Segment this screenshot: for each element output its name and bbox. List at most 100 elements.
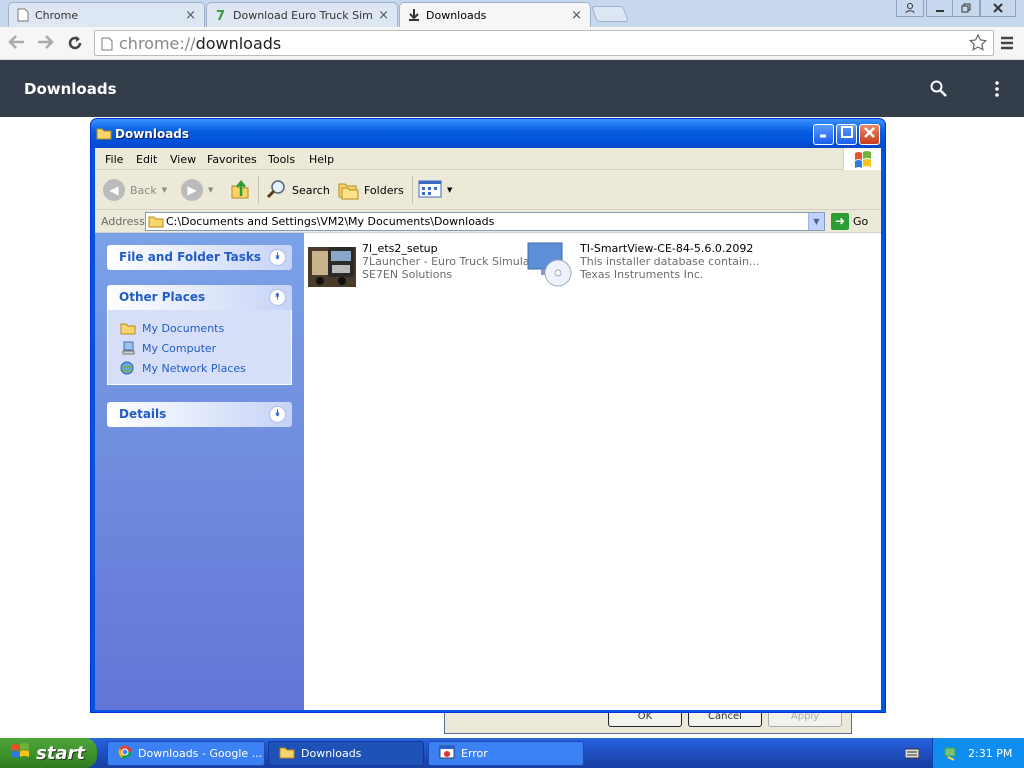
taskbar-item-downloads[interactable]: Downloads	[268, 741, 424, 766]
panel-title: Details	[119, 407, 167, 421]
file-name: 7l_ets2_setup	[362, 242, 438, 255]
address-field[interactable]: C:\Documents and Settings\VM2\My Documen…	[145, 212, 825, 231]
other-places-header[interactable]: Other Places ⯭	[107, 285, 292, 310]
file-view: 7l_ets2_setup 7Launcher - Euro Truck Sim…	[304, 233, 881, 710]
details-header[interactable]: Details ⯯	[107, 402, 292, 427]
page-icon	[17, 8, 29, 22]
keyboard-icon[interactable]	[904, 747, 920, 762]
explorer-toolbar: ◀ Back ▼ ▶ ▼ Search Folders ▼	[95, 170, 881, 210]
address-label: Address	[101, 215, 145, 228]
place-my-network-places[interactable]: My Network Places	[120, 358, 291, 378]
minimize-icon[interactable]	[926, 0, 954, 17]
back-arrow-icon: ◀	[103, 179, 125, 201]
window-titlebar[interactable]: Downloads	[91, 119, 885, 148]
profile-icon[interactable]	[896, 0, 924, 17]
back-arrow-icon[interactable]	[8, 34, 26, 55]
chevron-down-icon: ▼	[447, 186, 453, 194]
go-label: Go	[853, 215, 869, 228]
views-button[interactable]: ▼	[418, 178, 452, 202]
up-folder-icon	[229, 178, 251, 203]
close-button[interactable]	[859, 124, 880, 145]
page-icon	[101, 36, 113, 55]
chrome-tabstrip: Chrome × 7 Download Euro Truck Simulat ×…	[0, 0, 1024, 27]
menu-favorites[interactable]: Favorites	[207, 153, 257, 166]
place-label: My Computer	[142, 341, 217, 355]
menu-bar: File Edit View Favorites Tools Help	[95, 148, 881, 170]
system-tray: 2:31 PM	[932, 738, 1024, 768]
window-body: File Edit View Favorites Tools Help ◀ Ba…	[95, 148, 881, 710]
search-button[interactable]: Search	[265, 178, 330, 202]
minimize-icon	[819, 134, 826, 138]
more-vert-icon[interactable]	[994, 80, 1000, 100]
file-folder-tasks-panel: File and Folder Tasks ⯯	[107, 245, 292, 270]
forward-arrow-icon: ▶	[181, 179, 203, 201]
close-window-icon[interactable]	[980, 0, 1016, 17]
address-value: C:\Documents and Settings\VM2\My Documen…	[166, 215, 495, 228]
tab-label: Downloads	[426, 8, 487, 22]
url-host: downloads	[195, 33, 282, 53]
taskbar-item-chrome[interactable]: Downloads - Google ...	[107, 741, 265, 766]
chevron-down-icon[interactable]: ⯯	[269, 406, 286, 423]
go-arrow-icon: ➜	[831, 213, 849, 230]
folders-label: Folders	[364, 183, 404, 197]
chevron-down-icon[interactable]: ⯯	[269, 249, 286, 266]
file-folder-tasks-header[interactable]: File and Folder Tasks ⯯	[107, 245, 292, 270]
tab-downloads[interactable]: Downloads ×	[399, 2, 591, 27]
menu-edit[interactable]: Edit	[136, 153, 157, 166]
close-icon[interactable]: ×	[571, 8, 582, 23]
address-bar: Address C:\Documents and Settings\VM2\My…	[95, 210, 881, 233]
file-item[interactable]: TI-SmartView-CE-84-5.6.0.2092 This insta…	[526, 239, 760, 289]
back-label: Back	[130, 183, 157, 197]
menu-view[interactable]: View	[170, 153, 196, 166]
back-button[interactable]: ◀ Back ▼	[103, 178, 167, 202]
file-item[interactable]: 7l_ets2_setup 7Launcher - Euro Truck Sim…	[308, 239, 540, 289]
go-button[interactable]: ➜ Go	[831, 213, 868, 230]
minimize-button[interactable]	[813, 124, 834, 145]
menu-icon[interactable]	[1000, 36, 1014, 53]
tab-euro-truck[interactable]: 7 Download Euro Truck Simulat ×	[206, 2, 398, 27]
restore-icon[interactable]	[952, 0, 980, 17]
address-dropdown-icon[interactable]: ▼	[808, 213, 824, 230]
error-window-icon	[439, 745, 455, 762]
chevron-up-icon[interactable]: ⯭	[269, 289, 286, 306]
chevron-down-icon: ▼	[208, 186, 214, 194]
views-icon	[418, 179, 442, 202]
network-tray-icon[interactable]	[943, 745, 959, 764]
forward-arrow-icon[interactable]	[36, 34, 54, 55]
menu-help[interactable]: Help	[309, 153, 334, 166]
close-icon[interactable]: ×	[185, 8, 196, 23]
menu-file[interactable]: File	[105, 153, 123, 166]
windows-flag-icon	[10, 742, 30, 765]
close-icon	[864, 127, 875, 138]
star-icon[interactable]	[968, 33, 988, 56]
tab-label: Download Euro Truck Simulat	[233, 8, 373, 22]
file-company: SE7EN Solutions	[362, 268, 453, 281]
file-description: This installer database contain...	[580, 255, 760, 268]
start-button[interactable]: start	[0, 738, 97, 768]
folders-button[interactable]: Folders	[337, 178, 404, 202]
search-icon[interactable]	[930, 80, 947, 100]
close-icon[interactable]: ×	[378, 8, 389, 23]
file-company: Texas Instruments Inc.	[580, 268, 704, 281]
chrome-toolbar: chrome://downloads	[0, 27, 1024, 60]
toolbar-separator	[258, 176, 259, 204]
place-my-documents[interactable]: My Documents	[120, 318, 291, 338]
taskbar-item-label: Downloads - Google ...	[138, 747, 263, 760]
place-my-computer[interactable]: My Computer	[120, 338, 291, 358]
windows-flag-icon	[843, 148, 881, 170]
menu-tools[interactable]: Tools	[268, 153, 295, 166]
omnibox[interactable]: chrome://downloads	[94, 30, 994, 56]
up-folder-button[interactable]	[229, 178, 251, 202]
folder-icon	[279, 745, 295, 762]
panel-title: Other Places	[119, 290, 206, 304]
maximize-button[interactable]	[836, 124, 857, 145]
site-favicon: 7	[215, 8, 227, 24]
chrome-icon	[118, 745, 132, 762]
taskbar-item-error[interactable]: Error	[428, 741, 584, 766]
new-tab-button[interactable]	[591, 6, 629, 22]
svg-text:7: 7	[216, 9, 225, 22]
reload-icon[interactable]	[66, 34, 84, 57]
panel-title: File and Folder Tasks	[119, 250, 262, 264]
forward-button[interactable]: ▶ ▼	[181, 178, 213, 202]
tab-chrome[interactable]: Chrome ×	[8, 2, 205, 27]
